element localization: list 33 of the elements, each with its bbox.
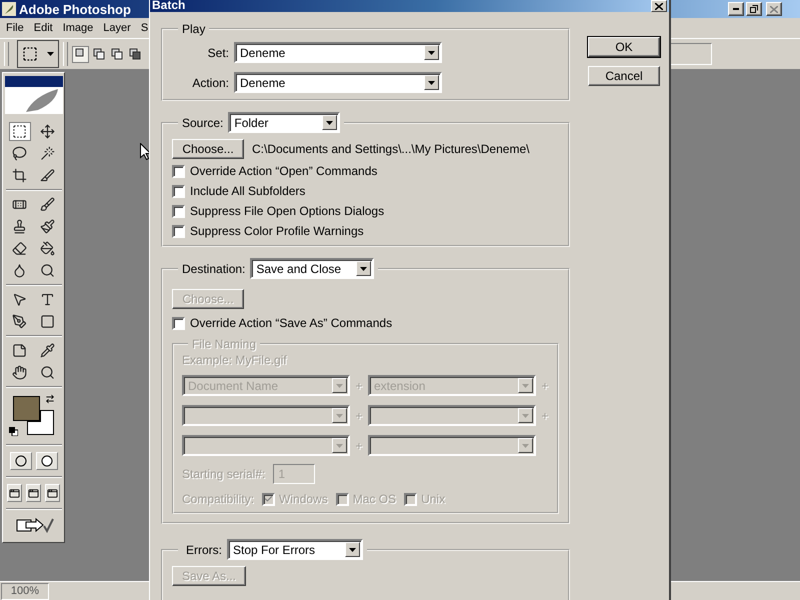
checkbox-label: Override Action “Open” Commands xyxy=(190,164,378,178)
source-dropdown[interactable]: Folder xyxy=(228,112,340,133)
menu-item[interactable]: Edit xyxy=(28,22,58,34)
field-label: Destination: xyxy=(182,262,246,276)
plus-sign: + xyxy=(355,378,362,392)
menu-item[interactable]: Image xyxy=(58,22,98,34)
field-label: Errors: xyxy=(186,542,222,556)
checkbox-label: Suppress File Open Options Dialogs xyxy=(190,204,384,218)
choose-button[interactable]: Choose... xyxy=(172,139,244,159)
plus-sign: + xyxy=(355,408,362,422)
checkbox-label: Suppress Color Profile Warnings xyxy=(190,224,364,238)
checkbox-label: Include All Subfolders xyxy=(190,184,306,198)
field-label: Source: xyxy=(182,116,224,130)
dialog-button[interactable]: Cancel xyxy=(588,66,660,86)
dialog-title: Batch xyxy=(152,0,186,10)
action-dropdown[interactable]: Deneme xyxy=(234,72,442,93)
destination-dropdown[interactable]: Save and Close xyxy=(250,258,374,279)
window-title: Adobe Photoshop xyxy=(19,2,131,16)
folder-path: C:\Documents and Settings\...\My Pictures\Deneme\ xyxy=(252,142,530,156)
field-label: Set: xyxy=(206,46,229,60)
action-dropdown[interactable]: Deneme xyxy=(234,42,442,63)
field-label: Action: xyxy=(191,76,229,90)
menu-item[interactable]: Layer xyxy=(98,22,136,34)
group-title: Play xyxy=(182,22,206,36)
checkbox-label: Override Action “Save As” Commands xyxy=(190,316,392,330)
plus-sign: + xyxy=(541,408,548,422)
plus-sign: + xyxy=(541,378,548,392)
menu-item[interactable]: File xyxy=(1,22,29,34)
menu-item[interactable]: S xyxy=(136,22,154,34)
zoom-level: 100% xyxy=(1,582,49,600)
errors-dropdown[interactable]: Stop For Errors xyxy=(227,539,363,560)
dialog-button[interactable]: OK xyxy=(588,37,660,57)
plus-sign: + xyxy=(355,438,362,452)
